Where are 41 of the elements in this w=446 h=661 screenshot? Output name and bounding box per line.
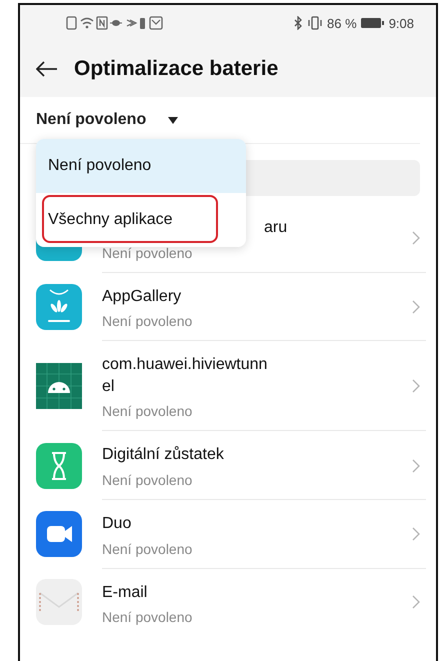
screen-title: Optimalizace baterie [74, 57, 278, 81]
app-status: Není povoleno [102, 540, 192, 557]
app-list-item[interactable]: com.huawei.hiviewtunn el Není povoleno [20, 341, 436, 432]
option-label: Není povoleno [48, 157, 152, 175]
app-name: com.huawei.hiviewtunn el [102, 355, 268, 397]
app-list-item[interactable]: E-mail Není povoleno [20, 568, 436, 636]
option-label: Všechny aplikace [48, 211, 173, 229]
app-name: aru [264, 218, 288, 238]
chevron-right-icon [412, 231, 420, 246]
battery-percentage: 86 % [327, 16, 357, 30]
android-robot-icon [36, 363, 82, 410]
app-name: Duo [102, 514, 132, 534]
chevron-right-icon [412, 595, 420, 610]
menu-option[interactable]: Není povoleno [36, 139, 246, 193]
chevron-right-icon [412, 300, 420, 314]
app-name: E-mail [102, 582, 148, 603]
shopping-bag-icon [36, 284, 82, 330]
video-camera-icon [36, 511, 82, 558]
hourglass-icon [36, 442, 82, 489]
chevron-right-icon [412, 379, 420, 394]
app-list-item[interactable]: Digitální zůstatek Není povoleno [20, 431, 436, 500]
vibrate-icon [307, 16, 324, 30]
app-name: AppGallery [102, 286, 182, 307]
menu-option[interactable]: Všechny aplikace [36, 193, 246, 247]
app-status: Není povoleno [102, 313, 192, 330]
clock-time: 9:08 [388, 16, 414, 30]
app-list-item[interactable]: Duo Není povoleno [20, 500, 436, 569]
back-arrow-icon [36, 61, 58, 77]
chevron-right-icon [412, 458, 420, 473]
app-name: Digitální zůstatek [102, 445, 224, 466]
bluetooth-icon [294, 16, 304, 30]
app-status: Není povoleno [102, 244, 192, 261]
battery-icon [360, 17, 385, 29]
filter-dropdown[interactable]: Není povoleno [36, 111, 178, 129]
envelope-icon [36, 579, 82, 626]
chevron-right-icon [412, 527, 420, 542]
app-status: Není povoleno [102, 403, 192, 420]
app-status: Není povoleno [102, 472, 192, 488]
app-status: Není povoleno [102, 609, 192, 626]
app-list-item[interactable]: AppGallery Není povoleno [20, 272, 436, 342]
dropdown-triangle-icon [168, 116, 178, 124]
